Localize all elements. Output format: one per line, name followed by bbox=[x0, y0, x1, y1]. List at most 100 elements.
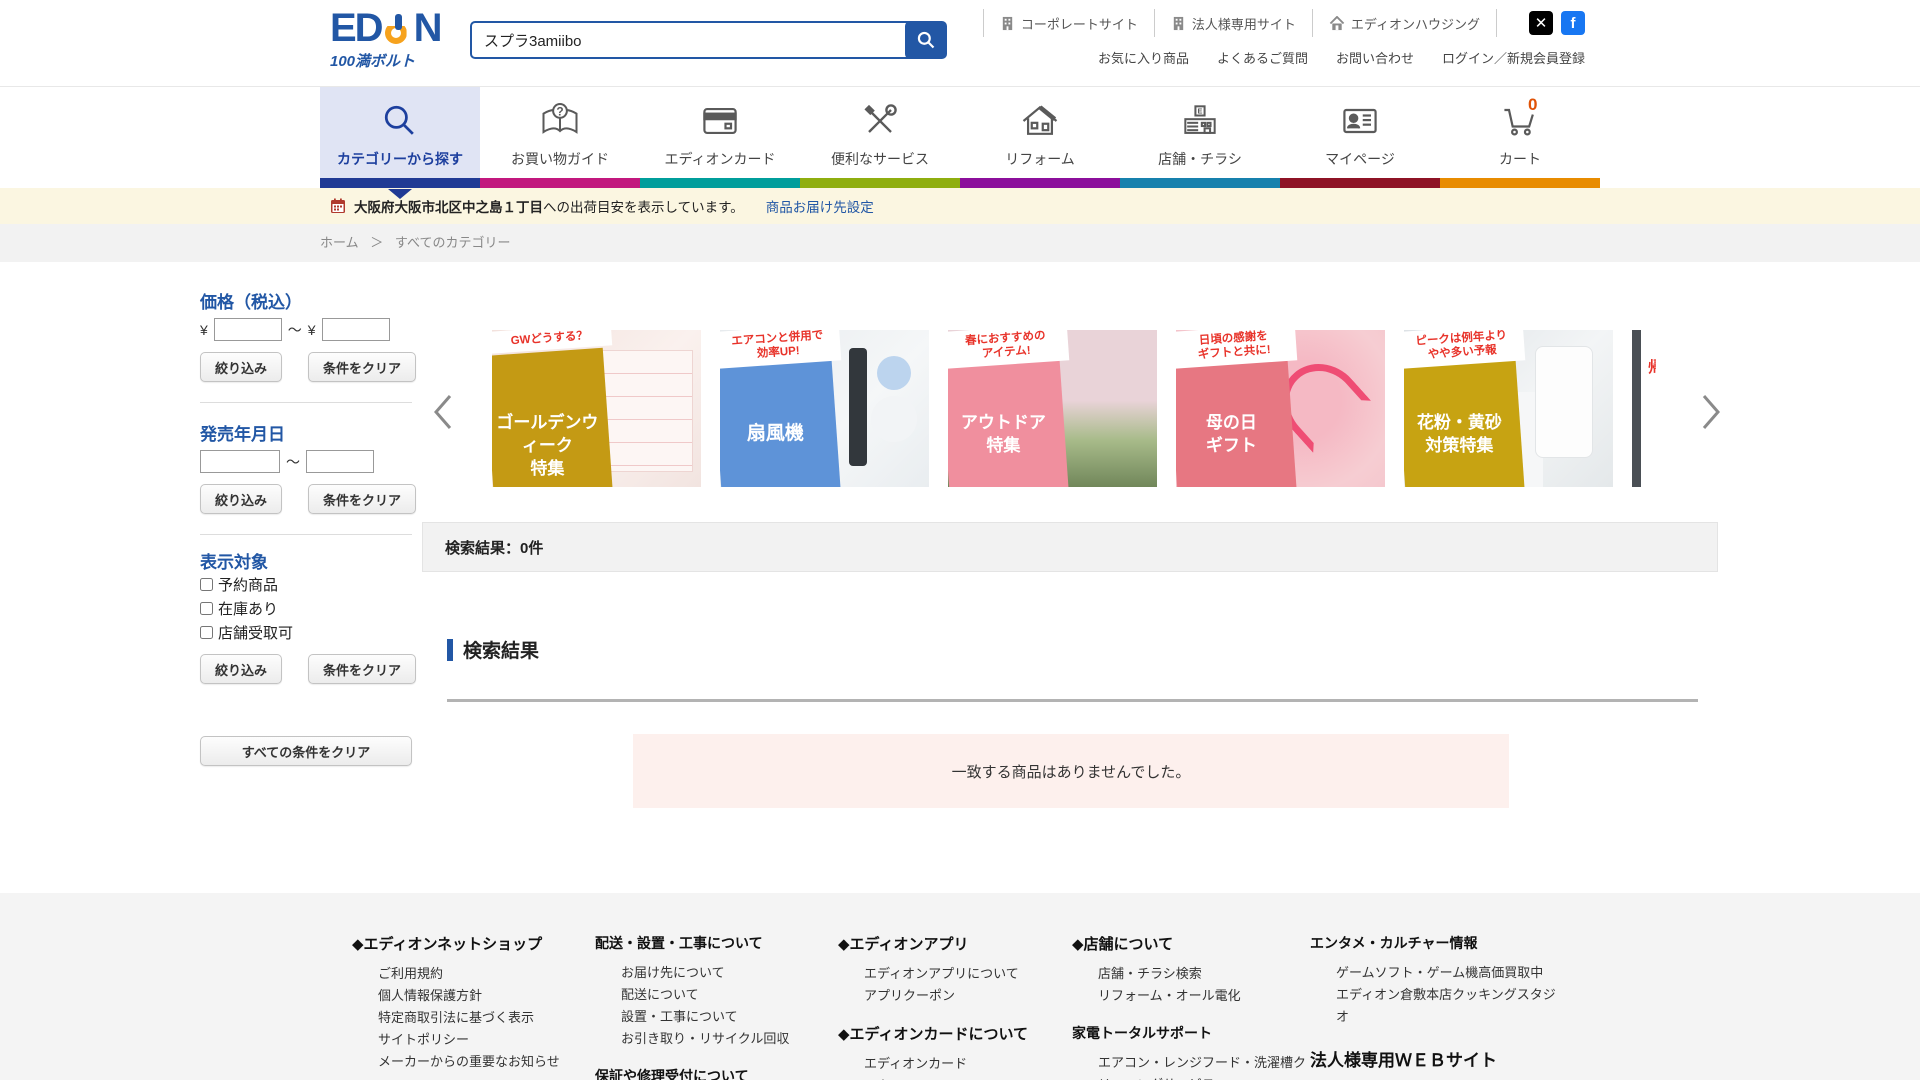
banner-tag: 帰 bbox=[1648, 356, 1656, 377]
business-site-link[interactable]: 法人様専用サイト bbox=[1171, 14, 1296, 33]
footer-link[interactable]: エアコン・レンジフード・洗濯槽クリーニングサービス bbox=[1072, 1052, 1310, 1080]
divider bbox=[200, 534, 412, 535]
target-filter-buttons: 絞り込み 条件をクリア bbox=[200, 654, 416, 684]
footer-link[interactable]: リフォーム・オール電化 bbox=[1072, 985, 1310, 1007]
yen-symbol: ¥ bbox=[200, 322, 208, 338]
footer-heading[interactable]: ◆エディオンアプリ bbox=[838, 933, 1028, 954]
footer-heading[interactable]: ◆エディオンカードについて bbox=[838, 1023, 1028, 1044]
banner-outdoor[interactable]: 春におすすめの アイテム! アウトドア 特集 bbox=[948, 330, 1157, 487]
banner-golden-week[interactable]: GWどうする？ ゴールデンウィーク 特集 bbox=[492, 330, 701, 487]
breadcrumb-home[interactable]: ホーム bbox=[320, 235, 359, 250]
banner-partial[interactable]: 帰 bbox=[1632, 330, 1656, 487]
footer-heading[interactable]: ◆エディオンネットショップ bbox=[352, 933, 560, 954]
heading-accent-bar bbox=[447, 639, 453, 661]
tilde: ～ bbox=[286, 452, 300, 472]
search-button[interactable] bbox=[905, 21, 947, 59]
breadcrumb-current: すべてのカテゴリー bbox=[395, 235, 511, 250]
footer-link[interactable]: ご利用規約 bbox=[352, 963, 560, 985]
delivery-settings-link[interactable]: 商品お届け先設定 bbox=[766, 196, 874, 216]
business-web-site-link[interactable]: 法人様専用ＷＥＢサイト bbox=[1310, 1046, 1560, 1071]
release-filter-button[interactable]: 絞り込み bbox=[200, 484, 282, 514]
banner-edge bbox=[1632, 330, 1641, 487]
footer-link[interactable]: 店舗・チラシ検索 bbox=[1072, 963, 1310, 985]
checkbox-row-reservation[interactable]: 予約商品 bbox=[200, 574, 278, 595]
footer-link[interactable]: アプリクーポン bbox=[838, 985, 1028, 1007]
target-filter-button[interactable]: 絞り込み bbox=[200, 654, 282, 684]
clear-all-filters-button[interactable]: すべての条件をクリア bbox=[200, 736, 412, 766]
footer-heading[interactable]: 家電トータルサポート bbox=[1072, 1023, 1310, 1043]
footer-link[interactable]: メーカーからの重要なお知らせ bbox=[352, 1051, 560, 1073]
footer-link[interactable]: エディオンカード bbox=[838, 1053, 1028, 1075]
checkbox-row-store-pickup[interactable]: 店舗受取可 bbox=[200, 622, 293, 643]
banner-pollen[interactable]: ピークは例年より やや多い予報 花粉・黄砂 対策特集 bbox=[1404, 330, 1613, 487]
price-range-row: ¥ ～ ¥ bbox=[200, 318, 390, 341]
building-icon bbox=[1000, 16, 1015, 31]
edion-logo[interactable]: ED N 100満ボルト bbox=[330, 8, 450, 71]
footer-link[interactable]: 配送について bbox=[595, 984, 789, 1006]
nav-item-category-search[interactable]: カテゴリーから探す bbox=[320, 87, 480, 178]
divider bbox=[983, 9, 984, 37]
footer-heading[interactable]: ◆店舗について bbox=[1072, 933, 1310, 954]
footer-heading[interactable]: 保証や修理受付について bbox=[595, 1066, 789, 1080]
price-max-input[interactable] bbox=[322, 318, 390, 341]
footer-heading[interactable]: 配送・設置・工事について bbox=[595, 933, 789, 953]
reservation-checkbox[interactable] bbox=[200, 578, 213, 591]
nav-label: お買い物ガイド bbox=[480, 149, 640, 169]
release-clear-button[interactable]: 条件をクリア bbox=[308, 484, 416, 514]
banner-fans[interactable]: エアコンと併用で 効率UP! 扇風機 bbox=[720, 330, 929, 487]
breadcrumb: ホーム ＞ すべてのカテゴリー bbox=[320, 224, 510, 262]
footer-col-app-card: ◆エディオンアプリ エディオンアプリについて アプリクーポン ◆エディオンカード… bbox=[838, 933, 1028, 1080]
release-date-title: 発売年月日 bbox=[200, 420, 285, 445]
footer-link[interactable]: 設置・工事について bbox=[595, 1006, 789, 1028]
housing-link[interactable]: エディオンハウジング bbox=[1329, 14, 1480, 33]
price-filter-buttons: 絞り込み 条件をクリア bbox=[200, 352, 416, 382]
contact-link[interactable]: お問い合わせ bbox=[1336, 48, 1414, 67]
footer-link[interactable]: エディオンアプリについて bbox=[838, 963, 1028, 985]
footer-heading[interactable]: エンタメ・カルチャー情報 bbox=[1310, 933, 1560, 953]
price-min-input[interactable] bbox=[214, 318, 282, 341]
footer-col-stores: ◆店舗について 店舗・チラシ検索 リフォーム・オール電化 家電トータルサポート … bbox=[1072, 933, 1310, 1080]
carousel-next-arrow[interactable] bbox=[1698, 392, 1724, 432]
target-clear-button[interactable]: 条件をクリア bbox=[308, 654, 416, 684]
nav-item-shopping-guide[interactable]: ? お買い物ガイド bbox=[480, 87, 640, 178]
credit-card-icon bbox=[640, 99, 800, 143]
release-to-input[interactable] bbox=[306, 450, 374, 473]
carousel-prev-arrow[interactable] bbox=[430, 392, 456, 432]
favorites-link[interactable]: お気に入り商品 bbox=[1098, 48, 1189, 67]
footer-link[interactable]: お引き取り・リサイクル回収 bbox=[595, 1028, 789, 1050]
nav-item-my-page[interactable]: マイページ bbox=[1280, 87, 1440, 178]
price-filter-button[interactable]: 絞り込み bbox=[200, 352, 282, 382]
nav-item-reform[interactable]: リフォーム bbox=[960, 87, 1120, 178]
search-input[interactable] bbox=[470, 21, 935, 59]
in-stock-checkbox[interactable] bbox=[200, 602, 213, 615]
banner-mothers-day[interactable]: 日頃の感謝を ギフトと共に! 母の日 ギフト bbox=[1176, 330, 1385, 487]
checkbox-label: 在庫あり bbox=[218, 598, 278, 619]
footer-link[interactable]: 個人情報保護方針 bbox=[352, 985, 560, 1007]
footer-link[interactable]: サイトポリシー bbox=[352, 1029, 560, 1051]
tilde: ～ bbox=[288, 320, 302, 340]
footer-link[interactable]: エディオン倉敷本店クッキングスタジオ bbox=[1310, 984, 1560, 1028]
x-icon[interactable]: ✕ bbox=[1529, 11, 1553, 35]
nav-item-stores[interactable]: E 店舗・チラシ bbox=[1120, 87, 1280, 178]
footer-link[interactable]: IDカード bbox=[838, 1075, 1028, 1080]
nav-item-services[interactable]: 便利なサービス bbox=[800, 87, 960, 178]
login-register-link[interactable]: ログイン／新規会員登録 bbox=[1442, 48, 1585, 67]
release-from-input[interactable] bbox=[200, 450, 280, 473]
divider bbox=[200, 402, 412, 403]
facebook-icon[interactable]: f bbox=[1561, 11, 1585, 35]
footer-link[interactable]: お届け先について bbox=[595, 962, 789, 984]
nav-item-cart[interactable]: 0 カート bbox=[1440, 87, 1600, 178]
faq-link[interactable]: よくあるご質問 bbox=[1217, 48, 1308, 67]
nav-item-edion-card[interactable]: エディオンカード bbox=[640, 87, 800, 178]
checkbox-row-in-stock[interactable]: 在庫あり bbox=[200, 598, 278, 619]
footer-link[interactable]: 特定商取引法に基づく表示 bbox=[352, 1007, 560, 1029]
banner-title: 母の日 ギフト bbox=[1176, 412, 1287, 458]
logo-text-n: N bbox=[414, 8, 441, 48]
result-count-bar: 検索結果：0件 bbox=[422, 522, 1718, 572]
price-clear-button[interactable]: 条件をクリア bbox=[308, 352, 416, 382]
checkbox-label: 予約商品 bbox=[218, 574, 278, 595]
breadcrumb-separator: ＞ bbox=[370, 235, 383, 250]
footer-link[interactable]: ゲームソフト・ゲーム機高価買取中 bbox=[1310, 962, 1560, 984]
store-pickup-checkbox[interactable] bbox=[200, 626, 213, 639]
corporate-site-link[interactable]: コーポレートサイト bbox=[1000, 14, 1138, 33]
